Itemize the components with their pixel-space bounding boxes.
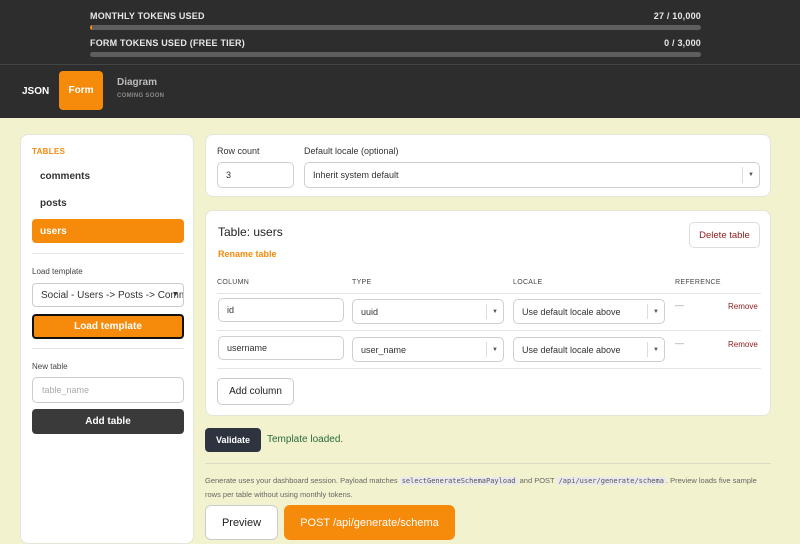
column-type-value: uuid (361, 306, 379, 317)
top-header: MONTHLY TOKENS USED 27 / 10,000 FORM TOK… (0, 0, 800, 118)
form-usage-label: FORM TOKENS USED (FREE TIER) (90, 38, 245, 48)
header-divider (0, 64, 800, 65)
template-select-value: Social - Users -> Posts -> Comments (41, 289, 183, 301)
column-name-input[interactable]: id (218, 298, 344, 322)
table-title: Table: users (218, 225, 283, 239)
reference-empty: — (675, 300, 684, 310)
column-locale-value: Use default locale above (522, 344, 621, 355)
load-template-button[interactable]: Load template (32, 314, 184, 339)
select-divider (647, 304, 648, 319)
chevron-down-icon: ▼ (653, 308, 659, 315)
monthly-usage-label: MONTHLY TOKENS USED (90, 11, 205, 21)
add-table-button[interactable]: Add table (32, 409, 184, 434)
column-type-value: user_name (361, 344, 407, 355)
column-type-select[interactable]: user_name ▼ (352, 337, 504, 362)
form-usage-bar (90, 52, 701, 57)
locale-header: LOCALE (513, 279, 543, 286)
settings-card: Row count 3 Default locale (optional) In… (205, 134, 771, 197)
tab-diagram[interactable]: Diagram COMING SOON (117, 77, 164, 99)
sidebar-item-comments[interactable]: comments (32, 164, 184, 188)
tab-form-label: Form (68, 85, 94, 96)
chevron-down-icon: ▼ (172, 291, 179, 298)
select-divider (486, 304, 487, 319)
form-usage: FORM TOKENS USED (FREE TIER) 0 / 3,000 (90, 38, 701, 57)
chevron-down-icon: ▼ (492, 308, 498, 315)
table-editor-card: Table: users Rename table Delete table C… (205, 210, 771, 416)
validate-button[interactable]: Validate (205, 428, 261, 452)
new-table-input[interactable]: table_name (32, 377, 184, 403)
monthly-usage-fill (90, 25, 92, 30)
reference-header: REFERENCE (675, 279, 721, 286)
note-code-endpoint: /api/user/generate/schema (556, 477, 666, 485)
row-rule (217, 368, 761, 369)
remove-column-button[interactable]: Remove (728, 340, 758, 349)
generate-note: Generate uses your dashboard session. Pa… (205, 474, 771, 501)
column-locale-select[interactable]: Use default locale above ▼ (513, 299, 665, 324)
monthly-usage: MONTHLY TOKENS USED 27 / 10,000 (90, 11, 701, 30)
delete-table-button[interactable]: Delete table (689, 222, 760, 248)
actions-divider (205, 463, 771, 464)
default-locale-select[interactable]: Inherit system default ▼ (304, 162, 760, 188)
column-type-select[interactable]: uuid ▼ (352, 299, 504, 324)
post-generate-button[interactable]: POST /api/generate/schema (284, 505, 455, 540)
sidebar-divider (32, 253, 184, 254)
header-rule (217, 293, 761, 294)
row-rule (217, 330, 761, 331)
remove-column-button[interactable]: Remove (728, 302, 758, 311)
tables-sidebar: TABLES comments posts users Load templat… (20, 134, 194, 544)
column-locale-select[interactable]: Use default locale above ▼ (513, 337, 665, 362)
sidebar-divider (32, 348, 184, 349)
row-count-input[interactable]: 3 (217, 162, 294, 188)
row-count-label: Row count (217, 146, 260, 156)
form-usage-value: 0 / 3,000 (664, 38, 701, 48)
column-header: COLUMN (217, 279, 250, 286)
new-table-label: New table (32, 362, 68, 371)
chevron-down-icon: ▼ (653, 346, 659, 353)
note-text-1: Generate uses your dashboard session. Pa… (205, 476, 398, 485)
sidebar-item-posts[interactable]: posts (32, 191, 184, 215)
load-template-label: Load template (32, 267, 83, 276)
status-message: Template loaded. (267, 434, 344, 445)
template-select[interactable]: Social - Users -> Posts -> Comments ▼ (32, 283, 184, 307)
column-name-input[interactable]: username (218, 336, 344, 360)
type-header: TYPE (352, 279, 372, 286)
tab-diagram-label: Diagram (117, 77, 158, 88)
preview-button[interactable]: Preview (205, 505, 278, 540)
column-locale-value: Use default locale above (522, 306, 621, 317)
select-divider (647, 342, 648, 357)
tables-heading: TABLES (32, 147, 66, 156)
monthly-usage-value: 27 / 10,000 (653, 11, 701, 21)
add-column-button[interactable]: Add column (217, 378, 294, 405)
sidebar-item-users[interactable]: users (32, 219, 184, 243)
chevron-down-icon: ▼ (492, 346, 498, 353)
rename-table-link[interactable]: Rename table (218, 249, 277, 259)
default-locale-label: Default locale (optional) (304, 146, 399, 156)
default-locale-value: Inherit system default (313, 170, 399, 180)
reference-empty: — (675, 338, 684, 348)
coming-soon-note: COMING SOON (117, 93, 165, 99)
select-divider (486, 342, 487, 357)
tab-form[interactable]: Form (59, 71, 103, 110)
chevron-down-icon: ▼ (748, 172, 754, 178)
note-text-2: and POST (519, 476, 555, 485)
select-divider (742, 167, 743, 183)
note-code-payload: selectGenerateSchemaPayload (399, 477, 518, 485)
monthly-usage-bar (90, 25, 701, 30)
tab-json[interactable]: JSON (22, 86, 49, 97)
